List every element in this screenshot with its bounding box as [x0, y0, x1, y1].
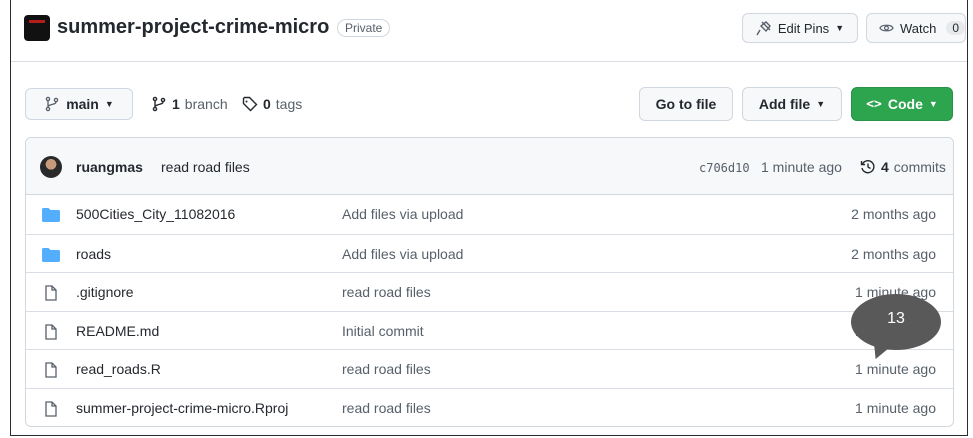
tags-link[interactable]: 0 tags — [242, 96, 302, 112]
file-row: 500Cities_City_11082016 Add files via upl… — [26, 195, 953, 234]
file-list: 500Cities_City_11082016 Add files via upl… — [26, 195, 953, 426]
file-name-link[interactable]: summer-project-crime-micro.Rproj — [76, 400, 288, 416]
file-commit-message-link[interactable]: Add files via upload — [342, 206, 463, 222]
eye-icon — [879, 24, 894, 32]
folder-icon — [42, 247, 60, 263]
file-commit-message-link[interactable]: Initial commit — [342, 323, 424, 339]
file-commit-message-link[interactable]: read road files — [342, 284, 431, 300]
code-label: Code — [887, 96, 923, 112]
repo-header: summer-project-crime-micro Private Edit … — [11, 0, 967, 62]
watch-count: 0 — [946, 21, 965, 35]
watch-button[interactable]: Watch 0 — [866, 13, 966, 43]
branch-name: main — [66, 96, 99, 112]
tag-word: tags — [275, 96, 303, 112]
chevron-down-icon: ▼ — [928, 99, 938, 109]
branch-word: branch — [184, 96, 228, 112]
go-to-file-button[interactable]: Go to file — [639, 87, 733, 121]
file-name-link[interactable]: roads — [76, 246, 111, 262]
branch-count: 1 — [172, 96, 180, 112]
history-icon — [860, 160, 875, 174]
file-row: roads Add files via upload 2 months ago — [26, 233, 953, 273]
commit-author-avatar[interactable] — [40, 156, 62, 178]
file-name-link[interactable]: .gitignore — [76, 284, 134, 300]
commit-word: commits — [893, 159, 946, 175]
file-commit-message-link[interactable]: Add files via upload — [342, 246, 463, 262]
file-name-link[interactable]: read_roads.R — [76, 361, 161, 377]
file-age: 2 months ago — [851, 245, 936, 262]
file-commit-message-link[interactable]: read road files — [342, 361, 431, 377]
step-number-bubble: 13 — [851, 294, 941, 350]
commit-count: 4 — [881, 159, 889, 175]
commit-message-link[interactable]: read road files — [161, 159, 250, 175]
code-button[interactable]: <> Code ▼ — [851, 87, 953, 121]
edit-pins-button[interactable]: Edit Pins ▼ — [742, 13, 858, 43]
pin-icon — [756, 21, 771, 36]
commit-history-link[interactable]: 4 commits — [860, 159, 946, 175]
edit-pins-label: Edit Pins — [777, 20, 830, 36]
file-row: summer-project-crime-micro.Rproj read roa… — [26, 387, 953, 427]
file-browser: ruangmas read road files c706d10 1 minut… — [25, 137, 954, 427]
git-branch-icon — [152, 96, 166, 112]
file-name-link[interactable]: README.md — [76, 323, 159, 339]
watch-label: Watch — [899, 20, 937, 36]
folder-icon — [42, 207, 60, 223]
git-branch-icon — [45, 96, 59, 112]
visibility-badge: Private — [337, 19, 391, 37]
repo-page: summer-project-crime-micro Private Edit … — [10, 0, 968, 436]
repo-name-link[interactable]: summer-project-crime-micro — [57, 16, 329, 39]
code-icon: <> — [866, 96, 882, 112]
commit-time: 1 minute ago — [761, 159, 842, 175]
file-icon — [42, 362, 60, 378]
tag-icon — [242, 96, 258, 112]
file-age: 1 minute ago — [855, 361, 936, 377]
file-commit-message-link[interactable]: read road files — [342, 400, 431, 416]
file-icon — [42, 323, 60, 340]
file-row: .gitignore read road files 1 minute ago — [26, 272, 953, 311]
file-row: README.mdInitial commit1 minute ago — [26, 310, 953, 350]
branches-link[interactable]: 1 branch — [151, 96, 228, 112]
commit-author-link[interactable]: ruangmas — [76, 159, 143, 175]
branch-select-button[interactable]: main ▼ — [25, 88, 133, 120]
chevron-down-icon: ▼ — [835, 23, 845, 33]
chevron-down-icon: ▼ — [816, 99, 826, 109]
commit-sha-link[interactable]: c706d10 — [699, 161, 750, 175]
tag-count: 0 — [263, 96, 271, 112]
repo-owner-avatar[interactable] — [24, 15, 50, 41]
add-file-label: Add file — [758, 96, 811, 112]
file-age: 2 months ago — [851, 206, 936, 222]
file-icon — [42, 285, 60, 301]
file-age: 1 minute ago — [855, 399, 936, 416]
latest-commit-bar: ruangmas read road files c706d10 1 minut… — [26, 138, 953, 195]
file-row: read_roads.R read road files 1 minute ago — [26, 349, 953, 388]
file-name-link[interactable]: 500Cities_City_11082016 — [76, 206, 235, 222]
file-icon — [42, 400, 60, 417]
add-file-button[interactable]: Add file ▼ — [742, 87, 842, 121]
chevron-down-icon: ▼ — [104, 99, 114, 109]
